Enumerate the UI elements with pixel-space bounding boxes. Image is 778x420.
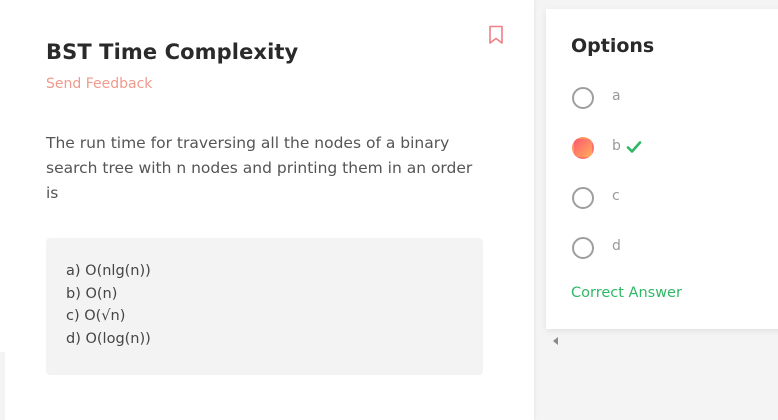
radio-button[interactable] [572,87,594,109]
options-title: Options [571,35,655,57]
radio-button[interactable] [572,187,594,209]
option-c[interactable]: c [572,187,752,211]
option-a[interactable]: a [572,87,752,111]
radio-button[interactable] [572,237,594,259]
check-icon [626,141,642,153]
option-label: b [612,138,621,154]
chevron-left-icon[interactable] [553,337,558,345]
page-title: BST Time Complexity [46,40,299,64]
option-b[interactable]: b [572,137,752,161]
choices-box: a) O(nlg(n)) b) O(n) c) O(√n) d) O(log(n… [46,238,483,375]
options-panel: Options a b c d Correct Answer [546,9,778,329]
result-status: Correct Answer [571,285,682,301]
option-label: d [612,238,621,254]
divider [0,352,5,420]
option-label: a [612,88,621,104]
choice-item: d) O(log(n)) [66,330,151,347]
option-label: c [612,188,620,204]
choices-list: a) O(nlg(n)) b) O(n) c) O(√n) d) O(log(n… [46,238,483,350]
bookmark-icon[interactable] [488,25,504,45]
option-d[interactable]: d [572,237,752,261]
question-text: The run time for traversing all the node… [46,134,473,202]
send-feedback-link[interactable]: Send Feedback [46,76,152,92]
radio-button-selected[interactable] [572,137,594,159]
question-card: BST Time Complexity Send Feedback The ru… [0,0,534,420]
choice-item: c) O(√n) [66,308,126,324]
choice-item: b) O(n) [66,285,118,302]
choice-item: a) O(nlg(n)) [66,263,151,279]
